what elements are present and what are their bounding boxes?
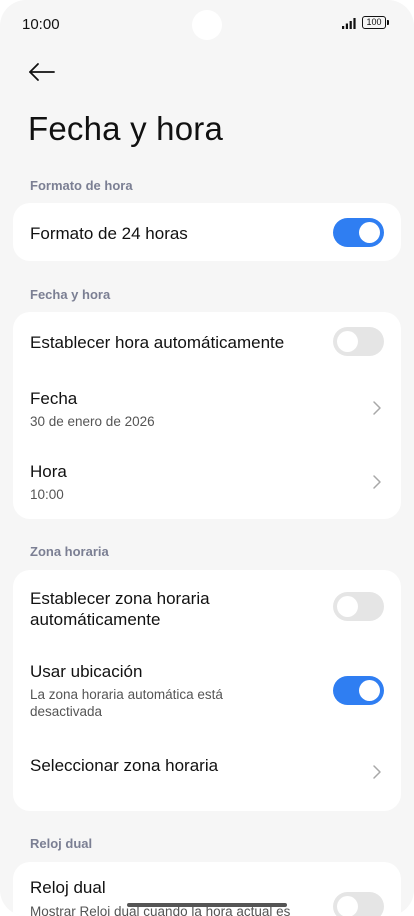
row-select-timezone[interactable]: Seleccionar zona horaria: [13, 728, 401, 811]
row-time-label: Hora: [30, 462, 67, 481]
settings-screen: 10:00 100 Fecha y hora Formato de hora F…: [0, 0, 414, 916]
camera-cutout: [192, 10, 222, 40]
row-use-location-description: La zona horaria automática está desactiv…: [30, 687, 223, 719]
row-dual-clock-label: Reloj dual: [30, 878, 106, 897]
chevron-right-icon: [373, 475, 381, 489]
battery-icon: 100: [362, 16, 389, 29]
signal-bars-icon: [342, 18, 356, 29]
chevron-right-icon: [373, 401, 381, 415]
row-dual-clock[interactable]: Reloj dual Mostrar Reloj dual cuando la …: [13, 862, 401, 916]
toggle-knob: [359, 680, 380, 701]
toggle-24h-format[interactable]: [333, 218, 384, 247]
row-auto-timezone-label: Establecer zona horaria automáticamente: [30, 589, 210, 629]
toggle-use-location[interactable]: [333, 676, 384, 705]
status-time: 10:00: [22, 16, 60, 33]
section-header-timezone: Zona horaria: [30, 544, 109, 559]
arrow-left-icon[interactable]: [26, 58, 58, 86]
toggle-auto-timezone[interactable]: [333, 592, 384, 621]
section-header-date-time: Fecha y hora: [30, 287, 111, 302]
card-date-time: Establecer hora automáticamente Fecha 30…: [13, 312, 401, 519]
toggle-knob: [359, 222, 380, 243]
status-bar: 10:00 100: [0, 0, 414, 50]
toggle-auto-time[interactable]: [333, 327, 384, 356]
card-timezone: Establecer zona horaria automáticamente …: [13, 570, 401, 811]
row-use-location-label: Usar ubicación: [30, 662, 143, 681]
row-time[interactable]: Hora 10:00: [13, 446, 401, 519]
chevron-right-icon: [373, 765, 381, 779]
section-header-dual-clock: Reloj dual: [30, 836, 93, 851]
row-24h-format-label: Formato de 24 horas: [30, 224, 188, 243]
row-auto-timezone[interactable]: Establecer zona horaria automáticamente: [13, 570, 401, 648]
row-time-value: 10:00: [30, 487, 64, 502]
row-date-label: Fecha: [30, 389, 78, 408]
card-time-format: Formato de 24 horas: [13, 203, 401, 261]
battery-level: 100: [366, 17, 382, 27]
toggle-dual-clock[interactable]: [333, 892, 384, 916]
row-auto-time[interactable]: Establecer hora automáticamente: [13, 312, 401, 374]
row-date-value: 30 de enero de 2026: [30, 414, 155, 429]
row-auto-time-label: Establecer hora automáticamente: [30, 333, 285, 352]
row-select-timezone-label: Seleccionar zona horaria: [30, 756, 219, 775]
toggle-knob: [337, 596, 358, 617]
row-date[interactable]: Fecha 30 de enero de 2026: [13, 374, 401, 446]
row-use-location[interactable]: Usar ubicación La zona horaria automátic…: [13, 648, 401, 728]
toggle-knob: [337, 896, 358, 916]
section-header-time-format: Formato de hora: [30, 178, 133, 193]
home-indicator[interactable]: [127, 903, 287, 907]
card-dual-clock: Reloj dual Mostrar Reloj dual cuando la …: [13, 862, 401, 916]
toggle-knob: [337, 331, 358, 352]
page-title: Fecha y hora: [28, 110, 224, 147]
